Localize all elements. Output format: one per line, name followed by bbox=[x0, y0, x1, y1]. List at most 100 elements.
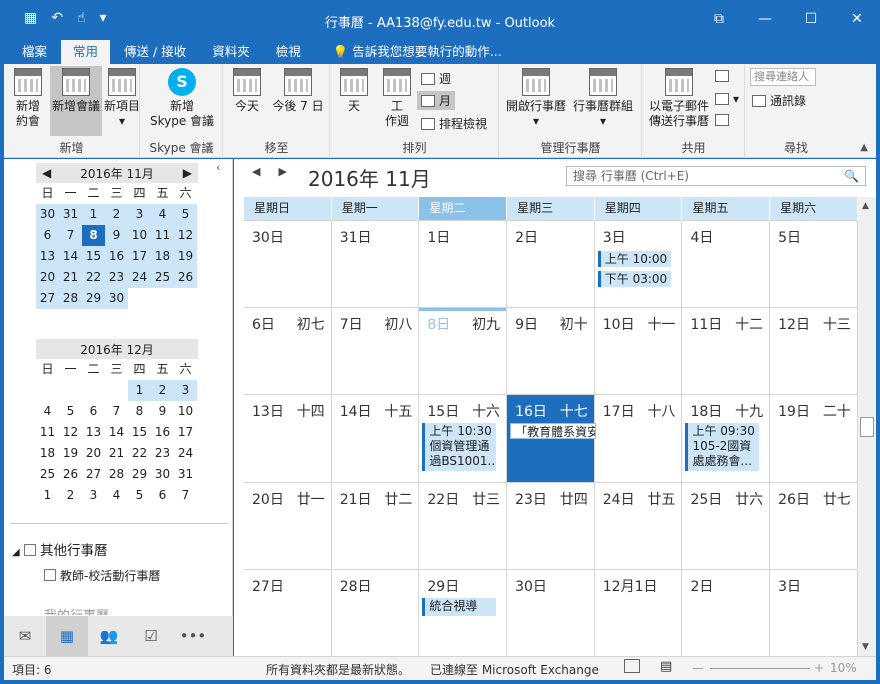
mini-day[interactable]: 18 bbox=[36, 443, 59, 464]
email-calendar-button[interactable]: 以電子郵件 傳送行事曆 bbox=[645, 68, 713, 129]
zoom-slider[interactable] bbox=[710, 668, 810, 669]
day-cell[interactable]: 27日 bbox=[244, 569, 332, 656]
mini-day[interactable]: 9 bbox=[105, 225, 128, 246]
mini-day[interactable]: 15 bbox=[82, 246, 105, 267]
minimize-button[interactable]: — bbox=[742, 0, 788, 38]
mini-day[interactable]: 1 bbox=[36, 485, 59, 506]
day-cell[interactable]: 8日 初九 bbox=[419, 308, 508, 395]
mini-day[interactable]: 2 bbox=[59, 485, 82, 506]
day-cell[interactable]: 15日 十六 上午 10:30 個資管理通 過BS1001... bbox=[419, 395, 508, 482]
new-skype-meeting-button[interactable]: S 新增 Skype 會議 bbox=[141, 68, 223, 129]
mini-day[interactable]: 15 bbox=[128, 422, 151, 443]
mini-day[interactable]: 2 bbox=[105, 204, 128, 225]
day-cell[interactable]: 25日 廿六 bbox=[682, 482, 771, 569]
day-cell[interactable]: 22日 廿三 bbox=[419, 482, 508, 569]
mini-day[interactable]: 23 bbox=[151, 443, 174, 464]
mini-day[interactable]: 19 bbox=[59, 443, 82, 464]
scroll-up-arrow-icon[interactable]: ▲ bbox=[862, 201, 869, 211]
mini-day[interactable]: 29 bbox=[82, 288, 105, 309]
mini-day[interactable]: 18 bbox=[151, 246, 174, 267]
tab-file[interactable]: 檔案 bbox=[10, 40, 59, 64]
mini-day[interactable]: 10 bbox=[128, 225, 151, 246]
day-cell[interactable]: 12月1日 bbox=[595, 569, 683, 656]
appointment[interactable]: 下午 03:00 bbox=[597, 271, 672, 287]
collapse-ribbon-icon[interactable]: ▲ bbox=[860, 142, 868, 153]
mini-day[interactable]: 30 bbox=[151, 464, 174, 485]
day-cell[interactable]: 16日十七「教育體系資安規範稽核員訓 bbox=[507, 395, 596, 482]
mini-day[interactable]: 22 bbox=[128, 443, 151, 464]
mail-icon[interactable]: ✉ bbox=[4, 627, 46, 645]
day-cell[interactable]: 5日 bbox=[770, 221, 858, 308]
day-cell[interactable]: 21日 廿二 bbox=[332, 482, 420, 569]
day-cell[interactable]: 7日 初八 bbox=[332, 308, 420, 395]
mini-day[interactable]: 11 bbox=[151, 225, 174, 246]
day-view-button[interactable]: 天 bbox=[337, 68, 371, 114]
mini-day[interactable]: 20 bbox=[82, 443, 105, 464]
mini-day[interactable]: 10 bbox=[174, 401, 197, 422]
zoom-in-icon[interactable]: + bbox=[814, 661, 824, 675]
day-cell[interactable]: 14日 十五 bbox=[332, 395, 420, 482]
new-appointment-button[interactable]: 新增 約會 bbox=[10, 68, 46, 129]
day-cell[interactable]: 2日 bbox=[507, 221, 595, 308]
mini-day[interactable]: 7 bbox=[174, 485, 197, 506]
mini-day[interactable]: 7 bbox=[105, 401, 128, 422]
day-cell[interactable]: 30日 bbox=[244, 221, 332, 308]
mini-day[interactable]: 17 bbox=[128, 246, 151, 267]
mini-day[interactable]: 25 bbox=[36, 464, 59, 485]
checkbox[interactable] bbox=[44, 569, 56, 581]
mini-day[interactable]: 4 bbox=[36, 401, 59, 422]
appointment[interactable]: 統合視導 bbox=[422, 597, 497, 616]
mini-day[interactable]: 19 bbox=[174, 246, 197, 267]
tell-me-box[interactable]: 💡 告訴我您想要執行的動作... bbox=[321, 40, 514, 64]
today-button[interactable]: 今天 bbox=[230, 68, 264, 114]
mini-day[interactable]: 13 bbox=[82, 422, 105, 443]
mini-day[interactable]: 11 bbox=[36, 422, 59, 443]
day-cell[interactable]: 30日 bbox=[507, 569, 595, 656]
close-button[interactable]: ✕ bbox=[834, 0, 880, 38]
mini-day[interactable]: 30 bbox=[36, 204, 59, 225]
mini-day[interactable]: 24 bbox=[174, 443, 197, 464]
publish-calendar-button[interactable]: ▾ bbox=[715, 92, 739, 106]
checkbox[interactable] bbox=[24, 544, 36, 556]
mini-day[interactable]: 14 bbox=[105, 422, 128, 443]
day-cell[interactable]: 6日 初七 bbox=[244, 308, 332, 395]
mini-day[interactable]: 21 bbox=[59, 267, 82, 288]
previous-month-button[interactable]: ◀ bbox=[252, 165, 260, 178]
appointment[interactable]: 上午 10:00 bbox=[597, 251, 672, 267]
mini-day[interactable]: 4 bbox=[105, 485, 128, 506]
mini-day[interactable]: 23 bbox=[105, 267, 128, 288]
mini-day[interactable]: 6 bbox=[82, 401, 105, 422]
mini-day[interactable]: 27 bbox=[82, 464, 105, 485]
mini-day[interactable]: 29 bbox=[128, 464, 151, 485]
day-cell[interactable]: 31日 bbox=[332, 221, 420, 308]
mini-day[interactable]: 28 bbox=[59, 288, 82, 309]
day-cell[interactable]: 19日 二十 bbox=[770, 395, 858, 482]
day-cell[interactable]: 26日 廿七 bbox=[770, 482, 858, 569]
mini-day[interactable]: 28 bbox=[105, 464, 128, 485]
day-cell[interactable]: 10日 十一 bbox=[595, 308, 683, 395]
tab-send-receive[interactable]: 傳送 / 接收 bbox=[112, 40, 198, 64]
week-view-button[interactable]: 週 bbox=[421, 70, 451, 87]
mini-day[interactable]: 2 bbox=[151, 380, 174, 401]
mini-day[interactable]: 6 bbox=[151, 485, 174, 506]
other-calendars-section[interactable]: ◢ 其他行事曆 bbox=[12, 539, 108, 559]
mini-day[interactable]: 31 bbox=[174, 464, 197, 485]
day-cell[interactable]: 13日 十四 bbox=[244, 395, 332, 482]
work-week-button[interactable]: 工 作週 bbox=[377, 68, 417, 129]
mini-day[interactable]: 21 bbox=[105, 443, 128, 464]
search-contacts-input[interactable]: 搜尋連絡人 bbox=[750, 68, 816, 86]
my-calendars-section[interactable]: 我的行事曆 bbox=[44, 605, 109, 615]
day-cell[interactable]: 20日 廿一 bbox=[244, 482, 332, 569]
mini-day[interactable]: 3 bbox=[174, 380, 197, 401]
collapse-pane-icon[interactable]: ‹ bbox=[216, 161, 220, 174]
share-calendar-button[interactable] bbox=[715, 70, 729, 82]
day-cell[interactable]: 3日 上午 10:00 下午 03:00 bbox=[595, 221, 683, 308]
tab-view[interactable]: 檢視 bbox=[264, 40, 313, 64]
appointment[interactable]: 上午 09:30 105-2國資 處處務會... bbox=[685, 423, 760, 472]
day-cell[interactable]: 23日 廿四 bbox=[507, 482, 595, 569]
day-cell[interactable]: 11日 十二 bbox=[682, 308, 771, 395]
mini-day[interactable]: 27 bbox=[36, 288, 59, 309]
day-cell[interactable]: 2日 bbox=[682, 569, 771, 656]
tab-home[interactable]: 常用 bbox=[61, 40, 111, 64]
mini-day[interactable]: 30 bbox=[105, 288, 128, 309]
